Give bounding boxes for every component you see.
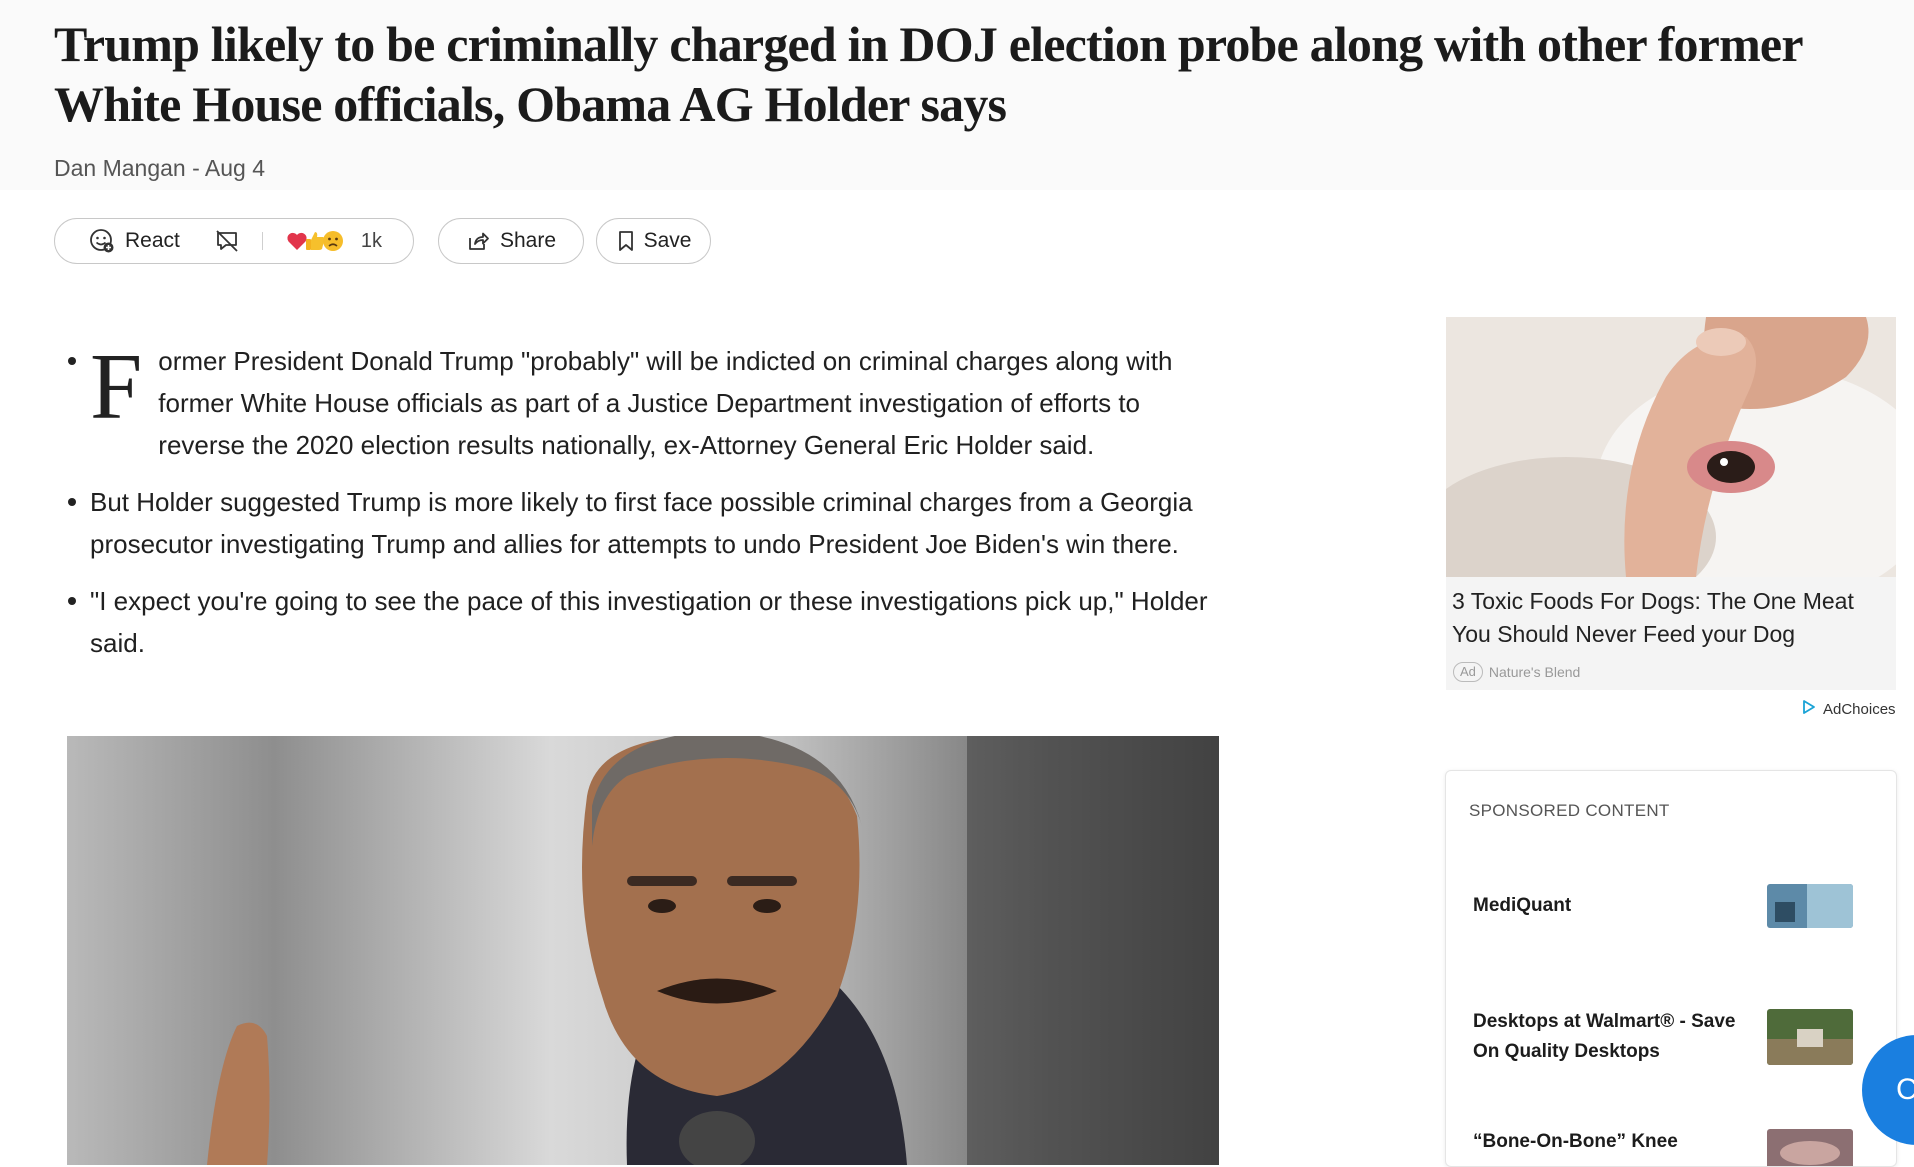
key-point: Former President Donald Trump "probably"… (60, 340, 1220, 466)
ad-image[interactable] (1446, 317, 1896, 577)
article-hero-image (67, 736, 1219, 1165)
hero-photo-illustration (207, 736, 1219, 1165)
key-point-text: ormer President Donald Trump "probably" … (158, 346, 1173, 460)
reactions-pill: React 1k (54, 218, 414, 264)
ad-title[interactable]: 3 Toxic Foods For Dogs: The One Meat You… (1452, 585, 1882, 651)
fab-label: C (1896, 1073, 1914, 1106)
ad-sponsor-name: Nature's Blend (1488, 664, 1581, 680)
ad-card[interactable]: 3 Toxic Foods For Dogs: The One Meat You… (1446, 317, 1896, 690)
bookmark-icon (616, 230, 636, 252)
sponsored-content-panel: SPONSORED CONTENT MediQuant Desktops at … (1445, 770, 1897, 1167)
ad-badge: Ad (1453, 662, 1483, 682)
key-point: "I expect you're going to see the pace o… (60, 580, 1220, 664)
key-point: But Holder suggested Trump is more likel… (60, 481, 1220, 565)
sponsored-item-title: “Bone-On-Bone” Knee (1473, 1131, 1678, 1152)
save-button[interactable]: Save (596, 218, 711, 264)
reaction-count: 1k (360, 229, 382, 252)
byline: Dan Mangan - Aug 4 (54, 155, 265, 182)
article-headline: Trump likely to be criminally charged in… (54, 16, 1803, 132)
adchoices-link[interactable]: AdChoices (1801, 699, 1896, 719)
sponsored-item[interactable]: MediQuant (1473, 884, 1883, 928)
adchoices-icon (1801, 699, 1817, 719)
sponsored-heading: SPONSORED CONTENT (1469, 801, 1670, 820)
dog-photo-illustration (1446, 317, 1896, 577)
dropcap: F (90, 335, 143, 439)
sponsored-item-title: MediQuant (1473, 895, 1572, 916)
react-label: React (125, 229, 180, 252)
divider (261, 232, 263, 250)
sponsored-item[interactable]: “Bone-On-Bone” Knee (1473, 1127, 1883, 1166)
comment-off-icon[interactable] (214, 228, 240, 254)
sponsored-thumbnail (1767, 1009, 1853, 1065)
adchoices-label: AdChoices (1823, 700, 1896, 718)
react-icon (89, 228, 115, 254)
share-label: Share (499, 229, 557, 252)
key-points-list: Former President Donald Trump "probably"… (60, 340, 1220, 679)
sponsored-item[interactable]: Desktops at Walmart® - Save On Quality D… (1473, 1007, 1883, 1067)
reaction-emojis[interactable] (285, 227, 349, 255)
publish-date: Aug 4 (204, 155, 265, 181)
key-point-text: "I expect you're going to see the pace o… (90, 586, 1208, 658)
sad-emoji-icon (321, 229, 345, 253)
share-button[interactable]: Share (438, 218, 584, 264)
ad-source: Ad Nature's Blend (1453, 662, 1580, 682)
author-name[interactable]: Dan Mangan (54, 155, 186, 181)
sponsored-thumbnail (1767, 1129, 1853, 1166)
share-icon (466, 229, 490, 253)
byline-separator: - (185, 155, 205, 181)
key-point-text: But Holder suggested Trump is more likel… (90, 487, 1193, 559)
sponsored-item-title: Desktops at Walmart® - Save On Quality D… (1473, 1011, 1736, 1062)
save-label: Save (643, 229, 692, 252)
react-button[interactable]: React (89, 228, 180, 254)
sponsored-thumbnail (1767, 884, 1853, 928)
